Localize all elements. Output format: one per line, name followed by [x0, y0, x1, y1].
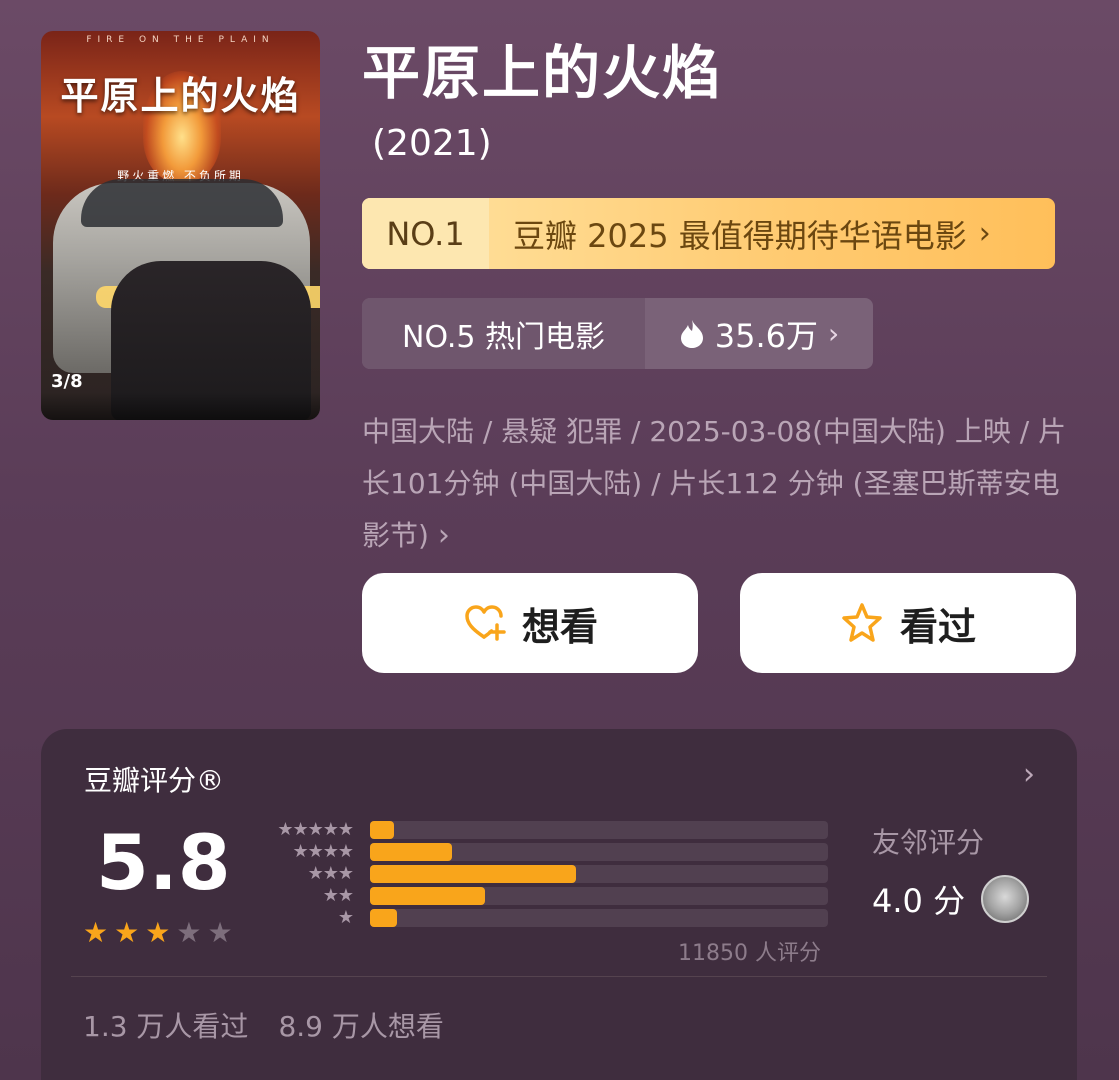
heat-value: 35.6万 — [714, 316, 819, 355]
star-filled-icon: ★ — [83, 916, 109, 949]
distribution-stars-3: ★★★ — [307, 863, 354, 884]
rating-card[interactable]: 豆瓣评分® › 5.8 ★ ★ ★ ★ ★ ★★★★★ ★★★★ ★★★ ★★ ★ 11850 … — [41, 729, 1077, 1080]
friends-rating-value: 4.0 分 — [872, 882, 966, 920]
poster-english-title: FIRE ON THE PLAIN — [86, 35, 275, 45]
flame-icon — [680, 319, 703, 348]
poster-windshield — [81, 179, 283, 227]
friends-rating-label: 友邻评分 — [872, 826, 985, 859]
star-empty-icon: ★ — [207, 916, 233, 949]
distribution-track — [370, 909, 828, 927]
movie-title: 平原上的火焰 — [362, 39, 723, 107]
avatar — [981, 875, 1030, 923]
rating-count: 11850 人评分 — [678, 941, 821, 966]
poster-title: 平原上的火焰 — [60, 73, 301, 118]
distribution-track — [370, 821, 828, 839]
distribution-stars-5: ★★★★★ — [277, 819, 354, 840]
distribution-stars-1: ★ — [337, 907, 354, 928]
hot-rank-label: NO.5 热门电影 — [362, 298, 645, 369]
poster-release-date: 3/8 — [51, 371, 83, 392]
star-filled-icon: ★ — [145, 916, 171, 949]
rank-label: 豆瓣 2025 最值得期待华语电影 — [513, 216, 967, 255]
distribution-bar-1 — [370, 909, 398, 927]
distribution-bar-5 — [370, 821, 394, 839]
rank-label-wrap: 豆瓣 2025 最值得期待华语电影 › — [489, 198, 1055, 269]
watched-button[interactable]: 看过 — [740, 573, 1076, 673]
movie-meta-info[interactable]: 中国大陆 / 悬疑 犯罪 / 2025-03-08(中国大陆) 上映 / 片长1… — [362, 406, 1072, 562]
want-to-watch-button[interactable]: 想看 — [362, 573, 698, 673]
movie-poster[interactable]: FIRE ON THE PLAIN 平原上的火焰 野火重燃 不负所期 3/8 — [41, 31, 320, 420]
friends-rating[interactable]: 友邻评分 4.0 分 — [872, 821, 1030, 923]
rating-title: 豆瓣评分® — [84, 764, 225, 797]
star-empty-icon: ★ — [176, 916, 202, 949]
distribution-bar-3 — [370, 865, 577, 883]
rating-footer: 1.3 万人看过 8.9 万人想看 — [83, 1005, 444, 1045]
chevron-right-icon: › — [437, 518, 450, 553]
chevron-right-icon: › — [828, 317, 840, 350]
distribution-stars-2: ★★ — [322, 885, 354, 906]
seen-label: 看过 — [899, 604, 976, 649]
rating-score: 5.8 — [96, 818, 231, 907]
friends-rating-value-wrap: 4.0 分 — [872, 875, 1030, 923]
movie-year: (2021) — [372, 123, 492, 164]
star-outline-icon — [842, 603, 882, 642]
chevron-right-icon: › — [978, 216, 991, 251]
divider — [71, 976, 1047, 977]
wanted-count[interactable]: 8.9 万人想看 — [278, 1005, 443, 1045]
ranking-banner-top[interactable]: NO.1 豆瓣 2025 最值得期待华语电影 › — [362, 198, 1055, 269]
star-filled-icon: ★ — [114, 916, 140, 949]
heat-wrap: 35.6万 › — [645, 298, 873, 369]
meta-text: 中国大陆 / 悬疑 犯罪 / 2025-03-08(中国大陆) 上映 / 片长1… — [362, 415, 1067, 552]
watched-count[interactable]: 1.3 万人看过 — [83, 1005, 248, 1045]
want-label: 想看 — [521, 604, 598, 649]
ranking-banner-hot[interactable]: NO.5 热门电影 35.6万 › — [362, 298, 873, 369]
rating-stars: ★ ★ ★ ★ ★ — [83, 919, 233, 947]
poster-credits — [41, 392, 320, 420]
heart-plus-icon — [465, 605, 506, 641]
distribution-bar-2 — [370, 887, 485, 905]
chevron-right-icon[interactable]: › — [1023, 757, 1035, 792]
rank-number: NO.1 — [362, 198, 489, 269]
distribution-stars-4: ★★★★ — [292, 841, 354, 862]
distribution-bar-4 — [370, 843, 453, 861]
